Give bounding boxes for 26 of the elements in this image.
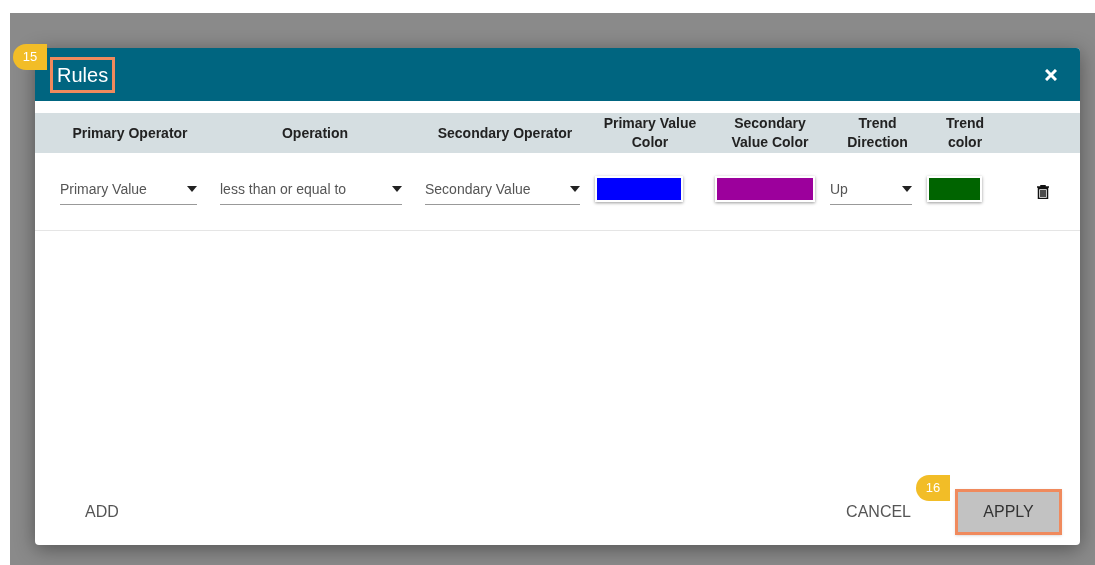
add-button[interactable]: ADD: [70, 492, 134, 532]
column-header: Primary Value Color: [602, 114, 698, 152]
dropdown-select[interactable]: Primary Value: [60, 178, 197, 205]
apply-button[interactable]: APPLY: [955, 489, 1062, 535]
caret-icon: [187, 186, 197, 192]
column-header: Trend color: [944, 114, 986, 152]
column-header: Operation: [280, 123, 350, 143]
column-header: Trend Direction: [846, 114, 909, 152]
cancel-button[interactable]: CANCEL: [838, 492, 919, 532]
column-header: Secondary Value Color: [730, 114, 810, 152]
caret-icon: [902, 186, 912, 192]
dropdown-select[interactable]: Up: [830, 178, 912, 205]
caret-icon: [392, 186, 402, 192]
color-swatch[interactable]: [927, 176, 982, 202]
color-swatch[interactable]: [715, 176, 815, 202]
dialog-title: Rules: [50, 56, 116, 93]
column-header: Primary Operator: [71, 123, 189, 143]
step-callout: 16: [916, 475, 951, 501]
column-header: Secondary Operator: [436, 123, 574, 143]
color-swatch[interactable]: [595, 176, 683, 202]
close-icon: [1045, 68, 1057, 81]
dropdown-select[interactable]: Secondary Value: [425, 178, 580, 205]
caret-icon: [570, 186, 580, 192]
trash-icon: [1036, 184, 1049, 199]
dropdown-select[interactable]: less than or equal to: [220, 178, 402, 205]
step-callout: 15: [13, 44, 47, 70]
